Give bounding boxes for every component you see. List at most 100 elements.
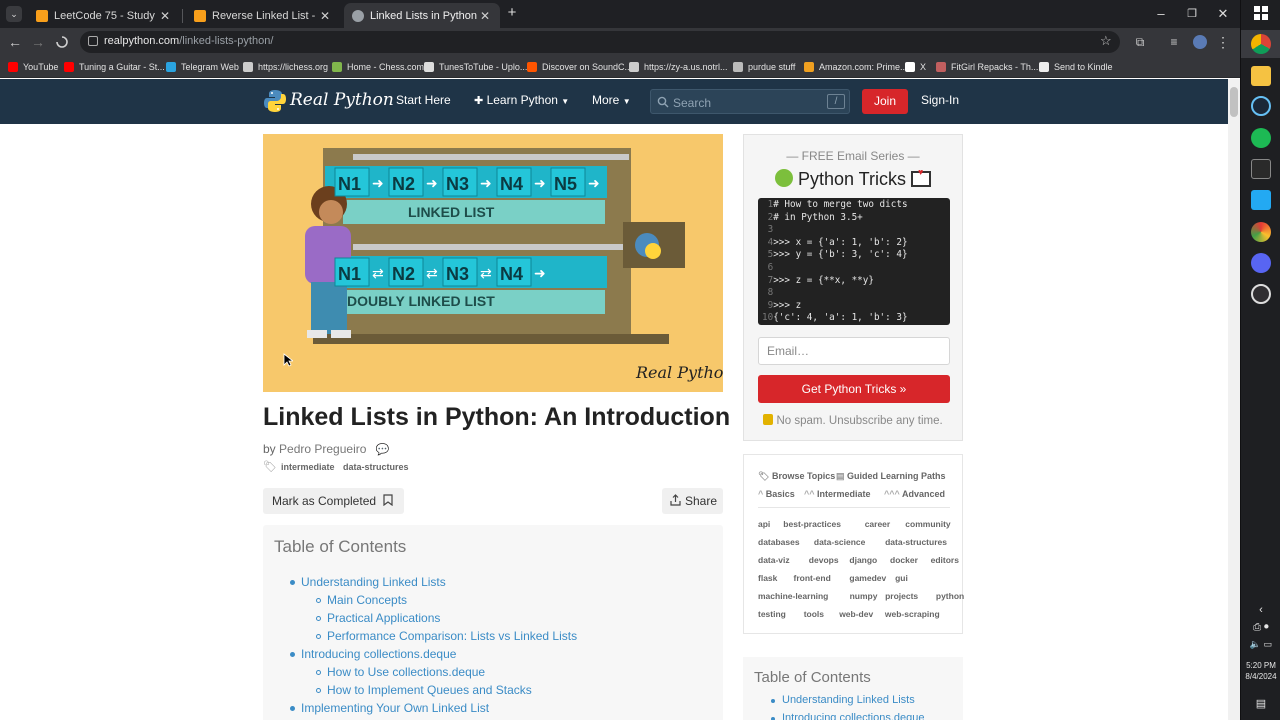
email-field[interactable]: Email…	[758, 337, 950, 365]
topic-tag[interactable]: web-scraping	[885, 609, 940, 619]
bookmark-item[interactable]: Tuning a Guitar - St...	[64, 59, 165, 75]
share-button[interactable]: Share	[662, 488, 723, 514]
toc-link[interactable]: Main Concepts	[327, 593, 407, 607]
bookmark-item[interactable]: Discover on SoundC...	[527, 59, 632, 75]
topic-tag[interactable]: front-end	[794, 573, 831, 583]
epic-games-icon[interactable]	[1251, 159, 1271, 179]
toc-link[interactable]: How to Use collections.deque	[327, 665, 485, 679]
media-controls-icon[interactable]: ≡	[1164, 32, 1184, 52]
close-icon[interactable]: ✕	[158, 9, 172, 23]
tab-leetcode-75[interactable]: LeetCode 75 - Study Plan - Leet ✕	[28, 3, 180, 28]
bookmark-item[interactable]: https://lichess.org	[243, 59, 328, 75]
bookmark-icon[interactable]	[383, 488, 393, 515]
bookmark-item[interactable]: https://zy-a.us.notrl...	[629, 59, 728, 75]
topic-tag[interactable]: flask	[758, 573, 777, 583]
bookmark-item[interactable]: FitGirl Repacks - Th...	[936, 59, 1038, 75]
bookmark-item[interactable]: TunesToTube - Uplo...	[424, 59, 527, 75]
level-basics[interactable]: ^ Basics	[758, 489, 795, 499]
tag-intermediate[interactable]: intermediate	[281, 462, 335, 472]
topic-tag[interactable]: devops	[809, 555, 839, 565]
bookmark-item[interactable]: Home - Chess.com	[332, 59, 424, 75]
topic-tag[interactable]: web-dev	[839, 609, 873, 619]
side-toc-item[interactable]: Introducing collections.deque	[782, 712, 924, 720]
bookmark-item[interactable]: purdue stuff	[733, 59, 795, 75]
minimize-icon[interactable]: –	[1146, 4, 1176, 24]
mic-icon[interactable]: ⎙ ⏺	[1241, 622, 1280, 633]
tab-search-button[interactable]: ⌄	[6, 6, 22, 22]
join-button[interactable]: Join	[862, 89, 908, 114]
nav-more[interactable]: More ▼	[592, 93, 631, 107]
sign-in-link[interactable]: Sign-In	[921, 93, 959, 107]
chevron-up-icon[interactable]: ‹	[1241, 604, 1280, 616]
bookmark-item[interactable]: X	[905, 59, 926, 75]
windows-start-icon[interactable]	[1254, 6, 1268, 20]
back-arrow-icon[interactable]: ←	[5, 32, 25, 52]
bookmark-item[interactable]: Amazon.com: Prime...	[804, 59, 908, 75]
clock-time[interactable]: 5:20 PM	[1241, 661, 1280, 670]
new-tab-button[interactable]: +	[504, 4, 520, 21]
mark-completed-button[interactable]: Mark as Completed	[263, 488, 404, 514]
topic-tag[interactable]: python	[936, 591, 964, 601]
bookmark-item[interactable]: YouTube	[8, 59, 58, 75]
topic-tag[interactable]: docker	[890, 555, 918, 565]
topic-tag[interactable]: data-structures	[885, 537, 947, 547]
close-icon[interactable]: ✕	[478, 9, 492, 23]
level-intermediate[interactable]: ^^ Intermediate	[804, 489, 871, 499]
bookmark-item[interactable]: Telegram Web	[166, 59, 239, 75]
get-python-tricks-button[interactable]: Get Python Tricks »	[758, 375, 950, 403]
topic-tag[interactable]: projects	[885, 591, 918, 601]
topic-tag[interactable]: databases	[758, 537, 800, 547]
toc-link[interactable]: Understanding Linked Lists	[301, 575, 446, 589]
nav-learn-python[interactable]: ✚ Learn Python ▼	[474, 93, 569, 107]
tag-data-structures[interactable]: data-structures	[343, 462, 409, 472]
tab-reverse-linked-list[interactable]: Reverse Linked List - LeetCode ✕	[186, 3, 340, 28]
toc-link[interactable]: Practical Applications	[327, 611, 440, 625]
forward-arrow-icon[interactable]: →	[28, 32, 48, 52]
level-advanced[interactable]: ^^^ Advanced	[884, 489, 945, 499]
steam-icon[interactable]	[1251, 96, 1271, 116]
bookmark-item[interactable]: Send to Kindle	[1039, 59, 1113, 75]
window-close-icon[interactable]: ✕	[1208, 4, 1238, 24]
comments-icon[interactable]: 💬	[376, 444, 390, 456]
notifications-icon[interactable]: ▤	[1241, 697, 1280, 710]
browse-topics-link[interactable]: 🏷 Browse Topics	[758, 471, 835, 482]
spotify-icon[interactable]	[1251, 128, 1271, 148]
toc-link[interactable]: Introducing collections.deque	[301, 647, 456, 661]
bookmark-star-icon[interactable]: ☆	[1100, 33, 1112, 49]
tab-linked-lists-python[interactable]: Linked Lists in Python: An Intro ✕	[344, 3, 500, 28]
loading-spinner-icon[interactable]	[52, 32, 72, 52]
search-input[interactable]: Search /	[650, 89, 850, 114]
site-info-icon[interactable]	[88, 36, 98, 46]
toc-link[interactable]: Implementing Your Own Linked List	[301, 701, 489, 715]
app-icon[interactable]	[1251, 222, 1271, 242]
topic-tag[interactable]: tools	[804, 609, 824, 619]
page-scrollbar[interactable]	[1228, 79, 1240, 720]
topic-tag[interactable]: data-science	[814, 537, 866, 547]
topic-tag[interactable]: machine-learning	[758, 591, 828, 601]
nav-start-here[interactable]: Start Here	[396, 93, 451, 107]
address-bar[interactable]: realpython.com/linked-lists-python/ ☆	[80, 31, 1120, 53]
topic-tag[interactable]: editors	[931, 555, 959, 565]
toc-link[interactable]: How to Implement Queues and Stacks	[327, 683, 532, 697]
topic-tag[interactable]: best-practices	[783, 519, 841, 529]
file-explorer-icon[interactable]	[1251, 66, 1271, 86]
restore-icon[interactable]: ❐	[1177, 4, 1207, 24]
side-toc-item[interactable]: Understanding Linked Lists	[782, 694, 915, 706]
volume-icon[interactable]: 🔈 ▭	[1241, 639, 1280, 650]
extensions-icon[interactable]: ⧉	[1130, 32, 1150, 52]
vscode-icon[interactable]	[1251, 190, 1271, 210]
chrome-icon[interactable]	[1251, 34, 1271, 54]
profile-avatar[interactable]	[1193, 35, 1207, 49]
topic-tag[interactable]: data-viz	[758, 555, 790, 565]
discord-icon[interactable]	[1251, 253, 1271, 273]
topic-tag[interactable]: gui	[895, 573, 908, 583]
scrollbar-thumb[interactable]	[1230, 87, 1238, 117]
menu-kebab-icon[interactable]: ⋮	[1213, 32, 1233, 52]
obs-icon[interactable]	[1251, 284, 1271, 304]
topic-tag[interactable]: gamedev	[849, 573, 886, 583]
clock-date[interactable]: 8/4/2024	[1241, 672, 1280, 681]
topic-tag[interactable]: numpy	[850, 591, 878, 601]
topic-tag[interactable]: career	[865, 519, 891, 529]
topic-tag[interactable]: django	[849, 555, 877, 565]
toc-link[interactable]: Performance Comparison: Lists vs Linked …	[327, 629, 577, 643]
